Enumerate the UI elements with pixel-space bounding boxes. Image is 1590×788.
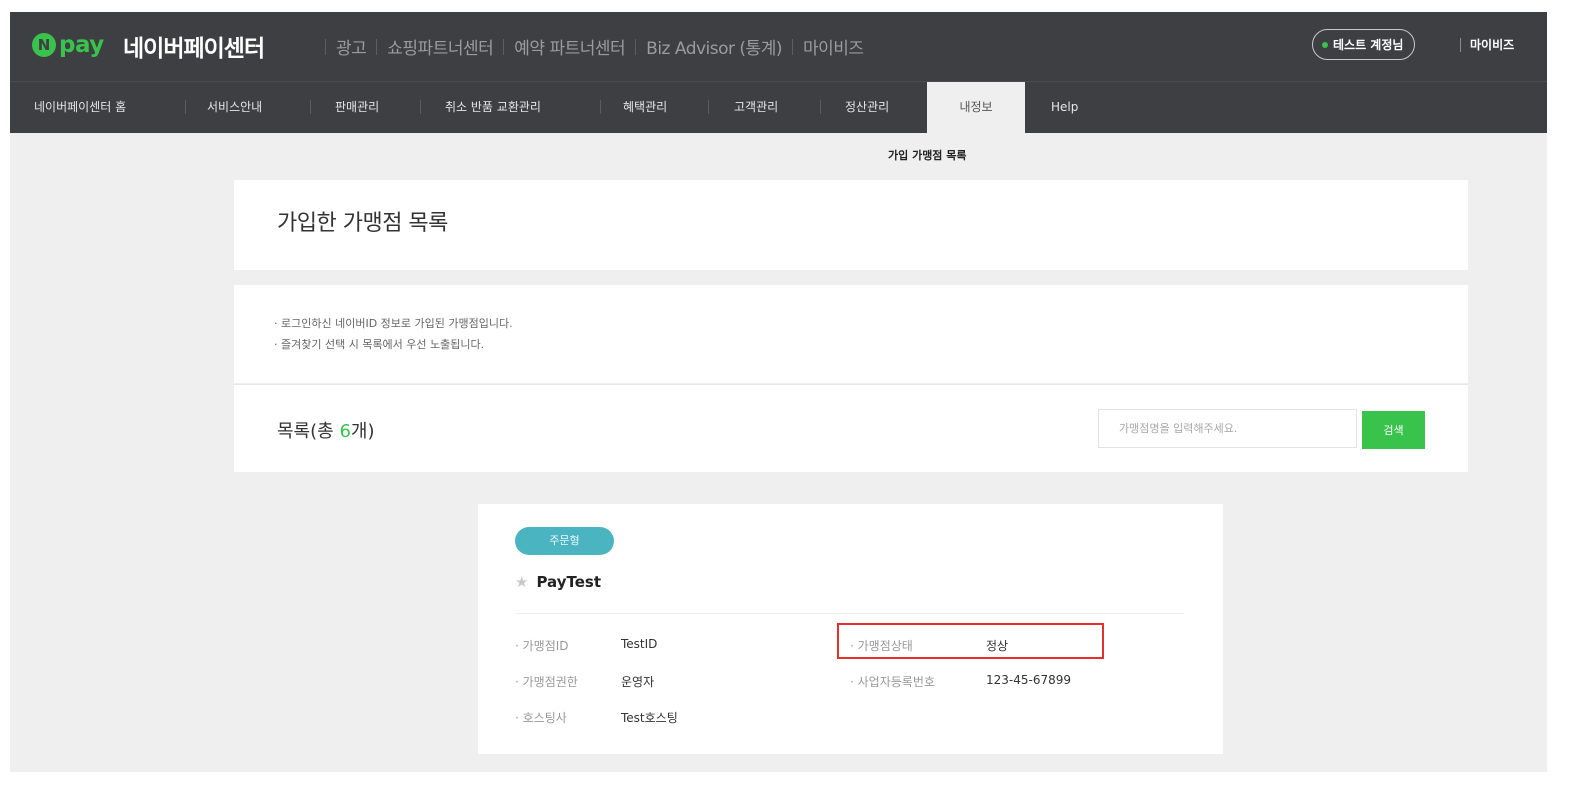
mybiz-link[interactable]: 마이비즈 <box>1470 36 1514 53</box>
store-id-label: · 가맹점ID <box>515 639 569 653</box>
store-role-value: 운영자 <box>621 675 655 689</box>
store-search-input[interactable] <box>1098 409 1357 448</box>
pay-logo-text: pay <box>59 32 104 58</box>
list-count: 6 <box>339 421 351 442</box>
title-panel: 가입한 가맹점 목록 <box>234 180 1468 270</box>
business-number-value: 123-45-67899 <box>986 673 1072 687</box>
business-number-label: · 사업자등록번호 <box>850 675 935 689</box>
notice-text: · 즐겨찾기 선택 시 목록에서 우선 노출됩니다. <box>274 338 485 351</box>
status-dot-icon <box>1322 41 1328 48</box>
test-account-button[interactable]: 테스트 계정님 <box>1312 29 1416 60</box>
list-title: 목록(총 6개) <box>277 417 374 443</box>
divider <box>820 100 821 114</box>
divider <box>325 38 326 55</box>
nav-sales[interactable]: 판매관리 <box>335 82 379 133</box>
nav-settlement[interactable]: 정산관리 <box>845 82 889 133</box>
divider <box>708 100 709 114</box>
hosting-value: Test호스팅 <box>621 711 678 725</box>
divider <box>376 38 378 55</box>
store-status-value: 정상 <box>986 639 1009 653</box>
favorite-star-icon[interactable]: ★ <box>515 573 528 591</box>
divider <box>635 38 637 55</box>
divider <box>185 100 186 114</box>
nav-my-info[interactable]: 내정보 <box>927 82 1025 134</box>
list-header-panel: 목록(총 6개) 검색 <box>234 384 1468 472</box>
store-type-badge: 주문형 <box>515 527 614 555</box>
nav-customers[interactable]: 고객관리 <box>734 82 778 133</box>
search-button[interactable]: 검색 <box>1362 411 1425 449</box>
top-header: N pay 네이버페이센터 광고 쇼핑파트너센터 예약 파트너센터 Biz Ad… <box>10 12 1547 81</box>
nav-help[interactable]: Help <box>1051 82 1078 133</box>
naver-pay-logo[interactable]: N pay <box>32 32 104 58</box>
page-title: 가입한 가맹점 목록 <box>277 211 448 236</box>
family-site-links: 광고 쇼핑파트너센터 예약 파트너센터 Biz Advisor (통계) 마이비… <box>315 34 864 59</box>
divider <box>1460 38 1461 52</box>
store-role-label: · 가맹점권한 <box>515 675 578 689</box>
test-account-label: 테스트 계정님 <box>1333 38 1404 52</box>
list-title-prefix: 목록(총 <box>277 421 340 442</box>
subnav-store-list[interactable]: 가입 가맹점 목록 <box>888 147 967 163</box>
store-card: 주문형 ★ PayTest · 가맹점ID TestID · 가맹점권한 운영자… <box>478 504 1223 754</box>
notice-text: · 로그인하신 네이버ID 정보로 가입된 가맹점입니다. <box>274 317 513 330</box>
link-biz-advisor[interactable]: Biz Advisor (통계) <box>646 34 782 59</box>
divider <box>791 38 793 55</box>
divider <box>503 38 505 55</box>
list-title-suffix: 개) <box>350 421 375 442</box>
store-status-label: · 가맹점상태 <box>850 639 913 653</box>
nav-service-info[interactable]: 서비스안내 <box>207 82 262 133</box>
link-shopping-partner[interactable]: 쇼핑파트너센터 <box>387 34 493 59</box>
store-id-value: TestID <box>621 637 658 651</box>
divider <box>600 100 601 114</box>
link-ad[interactable]: 광고 <box>336 34 367 59</box>
app-frame: N pay 네이버페이센터 광고 쇼핑파트너센터 예약 파트너센터 Biz Ad… <box>10 12 1547 772</box>
info-panel: · 로그인하신 네이버ID 정보로 가입된 가맹점입니다. · 즐겨찾기 선택 … <box>234 285 1468 383</box>
store-name[interactable]: PayTest <box>536 573 601 591</box>
divider <box>515 613 1184 614</box>
n-logo-icon: N <box>32 33 56 57</box>
site-title[interactable]: 네이버페이센터 <box>123 29 265 63</box>
main-nav: 네이버페이센터 홈 서비스안내 판매관리 취소 반품 교환관리 혜택관리 고객관… <box>10 81 1547 134</box>
link-booking-partner[interactable]: 예약 파트너센터 <box>514 34 625 59</box>
store-name-row: ★ PayTest <box>515 573 601 591</box>
divider <box>420 100 421 114</box>
hosting-label: · 호스팅사 <box>515 711 567 725</box>
nav-cancel-return[interactable]: 취소 반품 교환관리 <box>445 82 541 133</box>
nav-home[interactable]: 네이버페이센터 홈 <box>34 82 126 133</box>
nav-benefits[interactable]: 혜택관리 <box>623 82 667 133</box>
link-mybiz[interactable]: 마이비즈 <box>803 34 864 59</box>
divider <box>310 100 311 114</box>
